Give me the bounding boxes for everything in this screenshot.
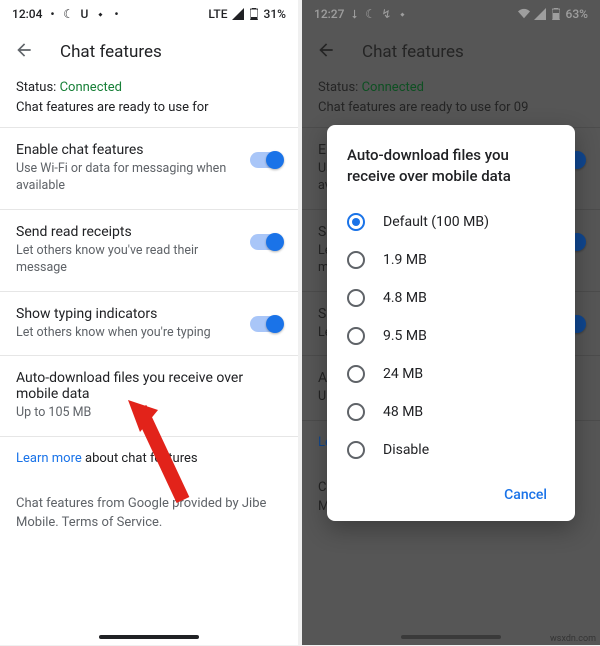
setting-title: Auto-download files you receive over mob…: [16, 370, 282, 402]
auto-download-dialog: Auto-download files you receive over mob…: [327, 125, 575, 521]
dot-icon: •: [110, 8, 122, 20]
setting-read-receipts[interactable]: Send read receipts Let others know you'v…: [16, 210, 282, 291]
setting-typing-indicators[interactable]: Show typing indicators Let others know w…: [16, 292, 282, 356]
setting-sub: Let others know when you're typing: [16, 324, 240, 342]
radio-option[interactable]: Disable: [347, 431, 555, 469]
radio-option[interactable]: 24 MB: [347, 355, 555, 393]
radio-icon[interactable]: [347, 289, 365, 307]
radio-option[interactable]: 48 MB: [347, 393, 555, 431]
setting-title: Enable chat features: [16, 142, 240, 158]
dialog-actions: Cancel: [347, 477, 555, 513]
status-bar: 12:04 • ☾ U ⬩ • LTE 31%: [0, 0, 298, 28]
cancel-button[interactable]: Cancel: [496, 477, 555, 513]
u-icon: U: [78, 8, 90, 20]
setting-title: Show typing indicators: [16, 306, 240, 322]
setting-title: Send read receipts: [16, 224, 240, 240]
battery-icon: [248, 8, 260, 20]
status-value: Connected: [60, 80, 122, 95]
status-right: LTE 31%: [208, 7, 286, 21]
toggle-switch[interactable]: [250, 152, 282, 168]
status-left: 12:04 • ☾ U ⬩ •: [12, 7, 122, 21]
dot-icon: ⬩: [94, 8, 106, 20]
status-line: Status: Connected: [16, 78, 282, 98]
toggle-switch[interactable]: [250, 316, 282, 332]
radio-label: 48 MB: [383, 404, 423, 420]
radio-icon[interactable]: [347, 441, 365, 459]
radio-label: 9.5 MB: [383, 328, 427, 344]
content: Status: Connected Chat features are read…: [0, 76, 298, 547]
signal-icon: [232, 8, 244, 20]
radio-icon[interactable]: [347, 251, 365, 269]
radio-icon[interactable]: [347, 327, 365, 345]
radio-label: Disable: [383, 442, 429, 458]
notif-icon: •: [46, 8, 58, 20]
page-title: Chat features: [60, 42, 162, 62]
radio-option[interactable]: 4.8 MB: [347, 279, 555, 317]
nav-pill[interactable]: [99, 635, 199, 639]
right-phone: 12:27 ⭣ ☾ ↯ ⬩ 63%: [302, 0, 600, 645]
learn-more-link[interactable]: Learn more: [16, 451, 82, 466]
setting-sub: Use Wi-Fi or data for messaging when ava…: [16, 160, 240, 195]
radio-icon[interactable]: [347, 213, 365, 231]
left-phone: 12:04 • ☾ U ⬩ • LTE 31% Chat features St…: [0, 0, 298, 645]
radio-label: 24 MB: [383, 366, 423, 382]
radio-option[interactable]: Default (100 MB): [347, 203, 555, 241]
app-bar: Chat features: [0, 28, 298, 76]
nav-bar: [0, 635, 298, 639]
battery-pct: 31%: [264, 7, 286, 21]
footer-text: Chat features from Google provided by Ji…: [16, 480, 282, 547]
setting-auto-download[interactable]: Auto-download files you receive over mob…: [16, 356, 282, 436]
radio-label: Default (100 MB): [383, 214, 489, 230]
radio-icon[interactable]: [347, 403, 365, 421]
dialog-title: Auto-download files you receive over mob…: [347, 145, 555, 187]
radio-option[interactable]: 9.5 MB: [347, 317, 555, 355]
radio-label: 1.9 MB: [383, 252, 427, 268]
clock: 12:04: [12, 7, 42, 21]
learn-more-row[interactable]: Learn more about chat features: [16, 437, 282, 480]
watermark: wsxdn.com: [550, 634, 596, 644]
setting-sub: Let others know you've read their messag…: [16, 242, 240, 277]
setting-sub: Up to 105 MB: [16, 404, 282, 422]
toggle-switch[interactable]: [250, 234, 282, 250]
back-icon[interactable]: [14, 40, 34, 64]
moon-icon: ☾: [62, 8, 74, 20]
radio-option[interactable]: 1.9 MB: [347, 241, 555, 279]
radio-label: 4.8 MB: [383, 290, 427, 306]
status-sub: Chat features are ready to use for: [16, 100, 282, 115]
nav-pill[interactable]: [401, 635, 501, 639]
network-label: LTE: [208, 7, 227, 21]
radio-icon[interactable]: [347, 365, 365, 383]
setting-enable-chat[interactable]: Enable chat features Use Wi-Fi or data f…: [16, 128, 282, 209]
